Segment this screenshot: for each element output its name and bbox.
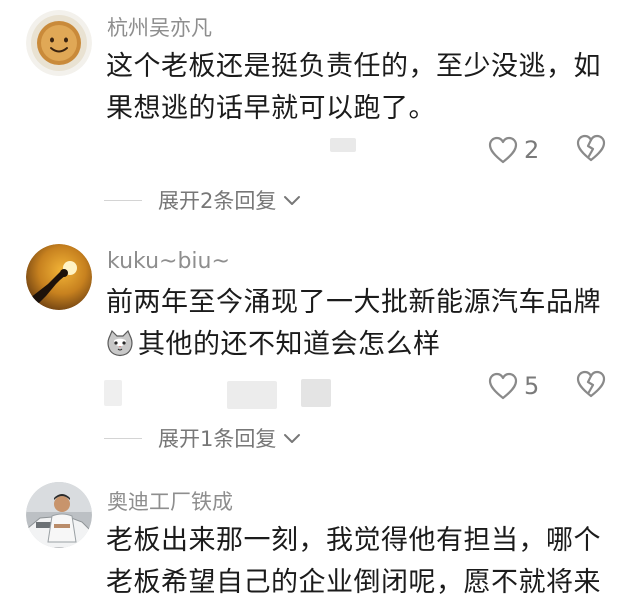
broken-heart-icon	[576, 370, 606, 398]
redacted-mark	[301, 379, 331, 407]
sunset-hand-icon	[26, 244, 92, 310]
comment-text: 老板出来那一刻，我觉得他有担当，哪个 老板希望自己的企业倒闭呢，愿不就将来	[106, 520, 606, 604]
cat-face-emoji	[107, 329, 133, 357]
redacted-mark	[330, 138, 356, 152]
comment-username[interactable]: 杭州吴亦凡	[107, 12, 212, 42]
expand-replies-label: 展开2条回复	[158, 189, 277, 213]
comment-username[interactable]: kuku~biu~	[107, 249, 230, 274]
man-with-car-icon	[26, 482, 92, 548]
expand-replies-button[interactable]: 展开2条回复	[104, 186, 302, 214]
chevron-down-icon	[284, 434, 301, 443]
redacted-mark	[227, 381, 277, 409]
comment-username[interactable]: 奥迪工厂铁成	[107, 486, 233, 516]
comment-text: 前两年至今涌现了一大批新能源汽车品牌 其他的还不知道会怎么样	[106, 282, 606, 366]
redacted-mark	[104, 380, 122, 406]
heart-icon	[488, 136, 518, 164]
comment-text-line: 这个老板还是挺负责任的，至少没逃，如	[106, 51, 601, 82]
comment-text-line: 前两年至今涌现了一大批新能源汽车品牌	[106, 287, 601, 318]
comment-text-line: 老板出来那一刻，我觉得他有担当，哪个	[106, 525, 601, 556]
comment-text: 这个老板还是挺负责任的，至少没逃，如 果想逃的话早就可以跑了。	[106, 46, 606, 130]
like-button[interactable]: 5	[488, 369, 548, 403]
replies-divider	[104, 199, 142, 201]
smiley-bun-icon	[26, 10, 92, 76]
replies-divider	[104, 437, 142, 439]
heart-icon	[488, 372, 518, 400]
comment-text-line-with-emoji: 其他的还不知道会怎么样	[106, 324, 606, 366]
comment-item: 杭州吴亦凡 这个老板还是挺负责任的，至少没逃，如 果想逃的话早就可以跑了。 2 …	[0, 0, 636, 230]
expand-replies-label: 展开1条回复	[158, 427, 277, 451]
avatar[interactable]	[26, 482, 92, 548]
comment-text-line: 果想逃的话早就可以跑了。	[106, 93, 436, 124]
avatar[interactable]	[26, 10, 92, 76]
like-count: 2	[524, 136, 540, 164]
like-button[interactable]: 2	[488, 133, 548, 167]
comment-text-line: 其他的还不知道会怎么样	[138, 329, 441, 360]
comment-text-line: 老板希望自己的企业倒闭呢，愿不就将来	[106, 567, 601, 598]
avatar[interactable]	[26, 244, 92, 310]
expand-replies-button[interactable]: 展开1条回复	[104, 424, 302, 452]
dislike-button[interactable]	[576, 134, 608, 166]
like-count: 5	[524, 372, 540, 400]
comment-item: kuku~biu~ 前两年至今涌现了一大批新能源汽车品牌 其他的还不知道会怎么样…	[0, 236, 636, 466]
comment-item: 奥迪工厂铁成 老板出来那一刻，我觉得他有担当，哪个 老板希望自己的企业倒闭呢，愿…	[0, 472, 636, 610]
chevron-down-icon	[284, 196, 301, 205]
broken-heart-icon	[576, 134, 606, 162]
dislike-button[interactable]	[576, 370, 608, 402]
